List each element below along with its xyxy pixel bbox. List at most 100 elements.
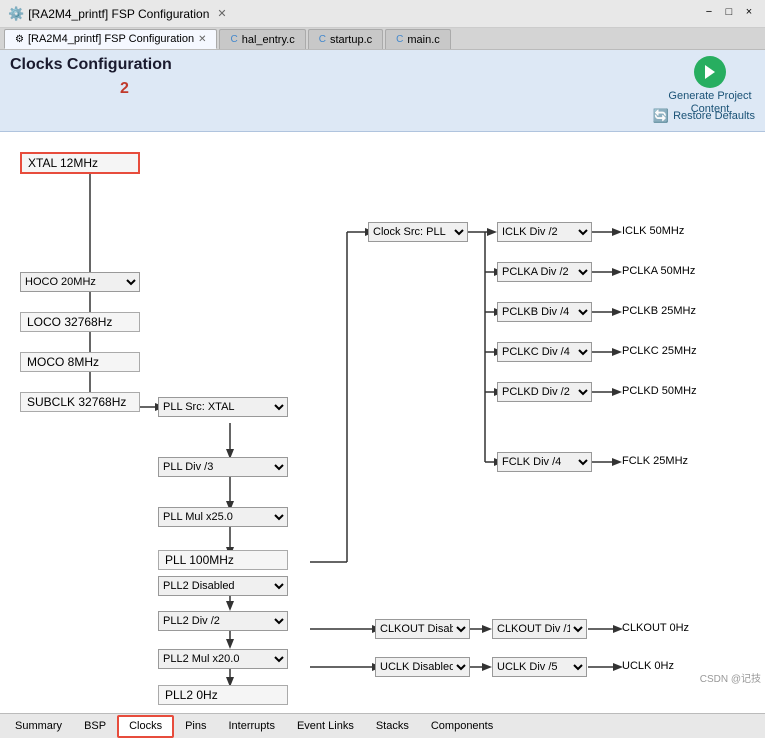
tab-label-main: main.c — [407, 34, 439, 46]
tab-pins[interactable]: Pins — [174, 715, 217, 738]
pclkb-div-select[interactable]: PCLKB Div /4 — [497, 302, 592, 322]
pll-freq-box: PLL 100MHz — [158, 550, 288, 570]
pll2-mul-select[interactable]: PLL2 Mul x20.0 — [158, 649, 288, 669]
pll-freq-label: PLL 100MHz — [165, 553, 234, 567]
pll-mul-container: PLL Mul x25.0 — [158, 507, 288, 527]
tab-summary[interactable]: Summary — [4, 715, 73, 738]
fclk-out: FCLK 25MHz — [622, 455, 688, 467]
tab-stacks[interactable]: Stacks — [365, 715, 420, 738]
tab-hal-entry[interactable]: C hal_entry.c — [219, 29, 305, 49]
bottom-tab-bar: Summary BSP Clocks Pins Interrupts Event… — [0, 713, 765, 738]
iclk-div-container: ICLK Div /2 — [497, 222, 592, 242]
tab-clocks[interactable]: Clocks — [117, 715, 174, 738]
fclk-div-container: FCLK Div /4 — [497, 452, 592, 472]
pclkd-div-container: PCLKD Div /2 — [497, 382, 592, 402]
pclka-div-container: PCLKA Div /2 — [497, 262, 592, 282]
uclk-container: UCLK Disabled — [375, 657, 470, 677]
iclk-div-select[interactable]: ICLK Div /2 — [497, 222, 592, 242]
tab-label-hal: hal_entry.c — [242, 34, 295, 46]
loco-label: LOCO 32768Hz — [27, 315, 112, 329]
hoco-select[interactable]: HOCO 20MHz — [20, 272, 140, 292]
tab-bsp[interactable]: BSP — [73, 715, 117, 738]
pclka-div-select[interactable]: PCLKA Div /2 — [497, 262, 592, 282]
pclkc-div-container: PCLKC Div /4 — [497, 342, 592, 362]
iclk-out: ICLK 50MHz — [622, 225, 684, 237]
subclk-label: SUBCLK 32768Hz — [27, 395, 126, 409]
close-button[interactable]: × — [741, 4, 757, 20]
maximize-button[interactable]: □ — [721, 4, 737, 20]
tab-components-label: Components — [431, 720, 493, 732]
uclk-select[interactable]: UCLK Disabled — [375, 657, 470, 677]
tab-icon-startup: C — [319, 34, 326, 45]
clkout-out: CLKOUT 0Hz — [622, 622, 689, 634]
xtal-label: XTAL 12MHz — [28, 156, 98, 170]
title-bar: ⚙️ [RA2M4_printf] FSP Configuration ✕ − … — [0, 0, 765, 28]
tab-components[interactable]: Components — [420, 715, 504, 738]
tab-interrupts[interactable]: Interrupts — [218, 715, 286, 738]
tab-icon: ⚙ — [15, 34, 24, 45]
tab-clocks-label: Clocks — [129, 720, 162, 732]
clkout-div-container: CLKOUT Div /1 — [492, 619, 587, 639]
pll-src-container: PLL Src: XTAL — [158, 397, 288, 417]
tab-label-startup: startup.c — [330, 34, 372, 46]
moco-label: MOCO 8MHz — [27, 355, 99, 369]
pll-mul-select[interactable]: PLL Mul x25.0 — [158, 507, 288, 527]
tab-fsp-config[interactable]: ⚙ [RA2M4_printf] FSP Configuration ✕ — [4, 29, 217, 49]
pll-div-select[interactable]: PLL Div /3 — [158, 457, 288, 477]
tab-stacks-label: Stacks — [376, 720, 409, 732]
tab-icon-hal: C — [230, 34, 237, 45]
clkout-select[interactable]: CLKOUT Disabled — [375, 619, 470, 639]
pll2-select[interactable]: PLL2 Disabled — [158, 576, 288, 596]
pclkc-div-select[interactable]: PCLKC Div /4 — [497, 342, 592, 362]
tab-bsp-label: BSP — [84, 720, 106, 732]
clock-src-select[interactable]: Clock Src: PLL — [368, 222, 468, 242]
pll2-div-container: PLL2 Div /2 — [158, 611, 288, 631]
tab-main[interactable]: C main.c — [385, 29, 451, 49]
page-header: Clocks Configuration 2 Generate Project … — [0, 50, 765, 132]
clkout-div-select[interactable]: CLKOUT Div /1 — [492, 619, 587, 639]
pclkb-div-container: PCLKB Div /4 — [497, 302, 592, 322]
app-icon: ⚙️ — [8, 6, 24, 22]
tab-label: [RA2M4_printf] FSP Configuration — [28, 33, 194, 45]
tab-event-links-label: Event Links — [297, 720, 354, 732]
pll-div-container: PLL Div /3 — [158, 457, 288, 477]
pclkc-out: PCLKC 25MHz — [622, 345, 697, 357]
page-title: Clocks Configuration — [10, 56, 755, 74]
pll2-freq-box: PLL2 0Hz — [158, 685, 288, 705]
loco-source: LOCO 32768Hz — [20, 312, 140, 332]
restore-label: Restore Defaults — [673, 110, 755, 122]
window-title: [RA2M4_printf] FSP Configuration — [28, 7, 209, 21]
tab-summary-label: Summary — [15, 720, 62, 732]
tab-interrupts-label: Interrupts — [229, 720, 275, 732]
clkout-container: CLKOUT Disabled — [375, 619, 470, 639]
pll-src-select[interactable]: PLL Src: XTAL — [158, 397, 288, 417]
tab-startup[interactable]: C startup.c — [308, 29, 383, 49]
uclk-div-container: UCLK Div /5 — [492, 657, 587, 677]
pll2-div-select[interactable]: PLL2 Div /2 — [158, 611, 288, 631]
editor-tab-bar: ⚙ [RA2M4_printf] FSP Configuration ✕ C h… — [0, 28, 765, 50]
subclk-source: SUBCLK 32768Hz — [20, 392, 140, 412]
pclkb-out: PCLKB 25MHz — [622, 305, 696, 317]
minimize-button[interactable]: − — [701, 4, 717, 20]
uclk-out: UCLK 0Hz — [622, 660, 674, 672]
restore-defaults-button[interactable]: 🔄 Restore Defaults — [653, 108, 755, 124]
tab-close-fsp[interactable]: ✕ — [198, 34, 206, 45]
moco-source: MOCO 8MHz — [20, 352, 140, 372]
pll2-container: PLL2 Disabled — [158, 576, 288, 596]
tab-close-icon[interactable]: ✕ — [217, 7, 226, 20]
pclkd-div-select[interactable]: PCLKD Div /2 — [497, 382, 592, 402]
fclk-div-select[interactable]: FCLK Div /4 — [497, 452, 592, 472]
hoco-container: HOCO 20MHz — [20, 272, 140, 292]
clock-diagram: XTAL 12MHz HOCO 20MHz LOCO 32768Hz MOCO … — [10, 142, 750, 713]
uclk-div-select[interactable]: UCLK Div /5 — [492, 657, 587, 677]
clock-src-container: Clock Src: PLL — [368, 222, 468, 242]
watermark: CSDN @记技 — [700, 670, 761, 685]
clock-diagram-area: XTAL 12MHz HOCO 20MHz LOCO 32768Hz MOCO … — [0, 132, 765, 713]
generate-icon — [694, 56, 726, 88]
xtal-source[interactable]: XTAL 12MHz — [20, 152, 140, 174]
pclkd-out: PCLKD 50MHz — [622, 385, 697, 397]
pll2-freq-label: PLL2 0Hz — [165, 688, 218, 702]
tab-event-links[interactable]: Event Links — [286, 715, 365, 738]
tab-pins-label: Pins — [185, 720, 206, 732]
pclka-out: PCLKA 50MHz — [622, 265, 695, 277]
